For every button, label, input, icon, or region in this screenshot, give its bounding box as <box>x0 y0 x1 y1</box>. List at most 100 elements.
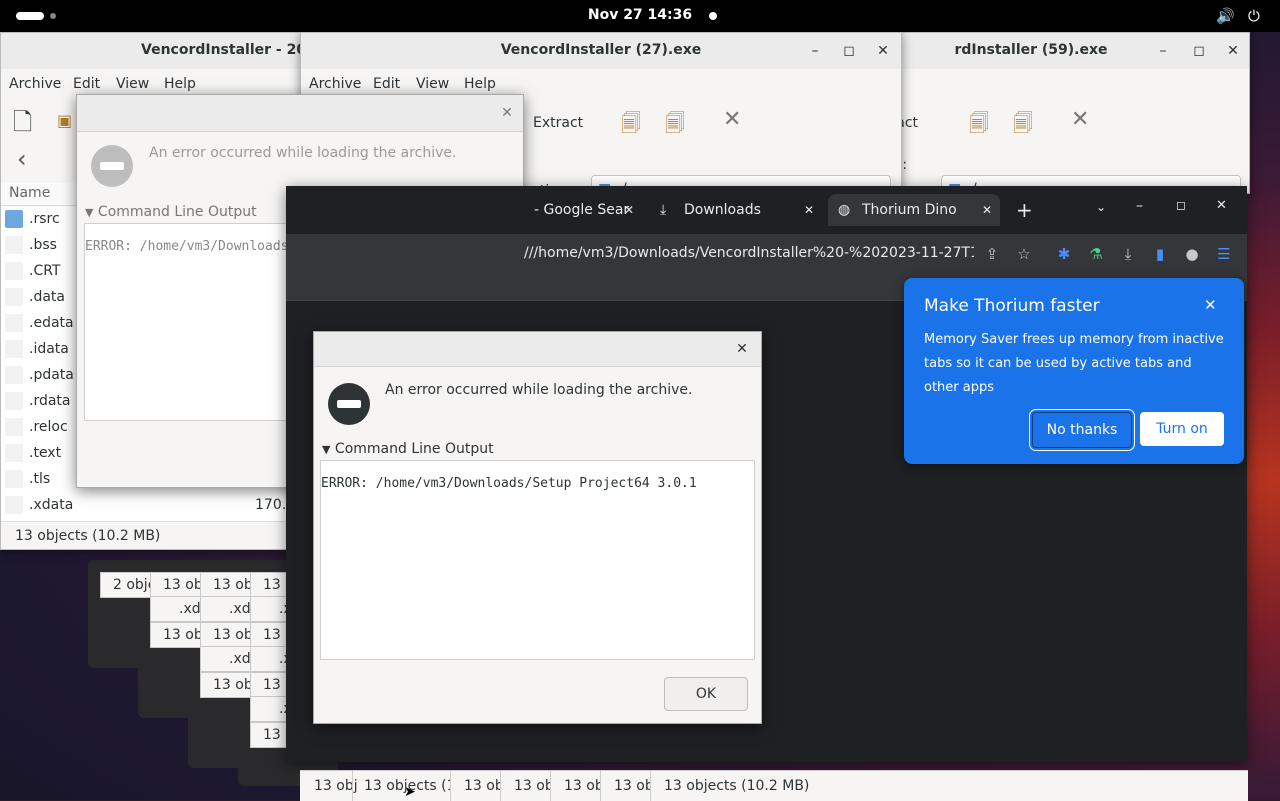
command-line-output-expander[interactable]: ▼ Command Line Output <box>85 204 257 220</box>
close-tab-icon[interactable]: ✕ <box>982 194 992 226</box>
file-icon <box>5 262 23 280</box>
memory-saver-popup: Make Thorium faster ✕ Memory Saver frees… <box>904 278 1244 464</box>
column-name[interactable]: Name <box>9 185 50 201</box>
tab-search-icon[interactable]: ⌄ <box>1096 200 1106 214</box>
menu-edit[interactable]: Edit <box>73 76 100 92</box>
add-files-icon[interactable]: 🗐 <box>969 109 989 143</box>
close-icon[interactable]: ✕ <box>1223 41 1243 61</box>
list-item-label: .rdata <box>29 393 71 409</box>
address-bar[interactable]: ///home/vm3/Downloads/VencordInstaller%2… <box>524 245 974 261</box>
titlebar[interactable]: VencordInstaller (27).exe – ◻ ✕ <box>301 33 901 70</box>
back-arrow-icon[interactable]: ‹ <box>17 145 27 173</box>
extract-button[interactable]: Extract <box>533 115 583 131</box>
error-stop-icon <box>328 383 370 425</box>
download-icon: ⤓ <box>660 202 667 218</box>
dialog-titlebar[interactable]: ✕ <box>77 95 523 132</box>
menu-icon[interactable]: ☰ <box>1214 244 1234 264</box>
titlebar[interactable]: rdInstaller (59).exe – ◻ ✕ <box>881 33 1249 70</box>
volume-icon[interactable]: 🔊 <box>1216 7 1235 25</box>
stacked-window-status[interactable]: 13 obj <box>614 778 650 794</box>
error-message: An error occurred while loading the arch… <box>149 145 457 161</box>
no-thanks-button[interactable]: No thanks <box>1032 412 1132 448</box>
list-item-label: .reloc <box>29 419 68 435</box>
bookmark-icon[interactable]: ☆ <box>1014 244 1034 264</box>
file-icon <box>5 392 23 410</box>
add-folder-icon[interactable]: 🗐 <box>665 109 685 143</box>
close-icon[interactable]: ✕ <box>732 339 752 359</box>
minimize-icon[interactable]: – <box>1136 198 1143 214</box>
folder-icon <box>5 210 23 228</box>
dialog-titlebar[interactable]: ✕ <box>314 332 761 367</box>
tab-downloads[interactable]: ⤓ Downloads ✕ <box>652 194 822 226</box>
add-folder-icon[interactable]: 🗐 <box>1013 109 1033 143</box>
menu-help[interactable]: Help <box>164 76 196 92</box>
lab-flask-icon[interactable]: ⚗ <box>1086 244 1106 264</box>
file-roller-window-59[interactable]: rdInstaller (59).exe – ◻ ✕ tract 🗐 🗐 ✕ i… <box>880 32 1250 194</box>
cancel-icon[interactable]: ✕ <box>723 107 741 132</box>
download-icon[interactable]: ⤓ <box>1118 244 1138 264</box>
triangle-down-icon: ▼ <box>85 206 94 219</box>
file-icon <box>5 288 23 306</box>
maximize-icon[interactable]: ◻ <box>1189 41 1209 61</box>
stacked-window-status[interactable]: 13 obj <box>464 778 500 794</box>
close-icon[interactable]: ✕ <box>873 41 893 61</box>
close-icon[interactable]: ✕ <box>497 103 517 123</box>
power-icon[interactable]: ⏻ <box>1248 7 1260 25</box>
divider <box>450 771 451 801</box>
list-item-label: .text <box>29 445 62 461</box>
new-archive-icon[interactable]: 🗋 <box>13 105 32 146</box>
clock[interactable]: Nov 27 14:36 <box>560 7 720 23</box>
maximize-icon[interactable]: ◻ <box>839 41 859 61</box>
menu-edit[interactable]: Edit <box>373 76 400 92</box>
file-icon <box>5 236 23 254</box>
open-folder-icon[interactable]: ▣ <box>57 111 72 130</box>
list-item-label: .data <box>29 289 65 305</box>
command-line-output-expander[interactable]: ▼ Command Line Output <box>322 441 494 457</box>
file-icon <box>5 314 23 332</box>
new-tab-icon[interactable]: + <box>1016 198 1033 222</box>
file-icon <box>5 418 23 436</box>
close-tab-icon[interactable]: ✕ <box>624 194 634 226</box>
error-dialog-front[interactable]: ✕ An error occurred while loading the ar… <box>313 331 762 724</box>
menubar <box>881 69 1249 101</box>
activities-indicator[interactable] <box>16 12 44 20</box>
list-item-label: .tls <box>29 471 51 487</box>
toolbar: ///home/vm3/Downloads/VencordInstaller%2… <box>286 234 1247 274</box>
menu-view[interactable]: View <box>416 76 449 92</box>
stacked-window-status[interactable]: 13 obj <box>514 778 550 794</box>
extension-icon[interactable]: ✱ <box>1054 244 1074 264</box>
turn-on-button[interactable]: Turn on <box>1140 412 1224 446</box>
popup-body: Memory Saver frees up memory from inacti… <box>924 332 1224 395</box>
window-title: rdInstaller (59).exe <box>954 42 1108 58</box>
stacked-window-status[interactable]: 13 obj <box>564 778 600 794</box>
menu-archive[interactable]: Archive <box>9 76 61 92</box>
close-icon[interactable]: ✕ <box>1204 296 1217 314</box>
ok-button[interactable]: OK <box>664 677 748 711</box>
close-icon[interactable]: ✕ <box>1216 198 1227 213</box>
close-tab-icon[interactable]: ✕ <box>804 194 814 226</box>
menu-archive[interactable]: Archive <box>309 76 361 92</box>
add-files-icon[interactable]: 🗐 <box>621 109 641 143</box>
divider <box>500 771 501 801</box>
file-icon <box>5 366 23 384</box>
notification-dot-icon <box>709 12 717 20</box>
profile-icon[interactable]: ● <box>1182 244 1202 264</box>
minimize-icon[interactable]: – <box>1153 41 1173 61</box>
share-icon[interactable]: ⇪ <box>982 244 1002 264</box>
titlebar[interactable]: VencordInstaller - 2023 <box>1 33 321 70</box>
minimize-icon[interactable]: – <box>805 41 825 61</box>
list-item[interactable]: .xdata 170.0 <box>1 493 321 519</box>
command-output-text[interactable]: ERROR: /home/vm3/Downloads/Setup Project… <box>320 460 755 660</box>
mouse-cursor-icon: ➤ <box>404 784 416 800</box>
stacked-window-status[interactable]: 13 objects (10.2 MB) <box>664 778 809 794</box>
divider <box>550 771 551 801</box>
menu-help[interactable]: Help <box>464 76 496 92</box>
toolbar: tract 🗐 🗐 ✕ ion: ■ / <box>881 101 1249 193</box>
menu-view[interactable]: View <box>116 76 149 92</box>
tab-google-search[interactable]: - Google Sear ✕ <box>522 194 644 226</box>
tab-thorium-dino[interactable]: ◍ Thorium Dino ✕ <box>828 194 1000 226</box>
cancel-icon[interactable]: ✕ <box>1071 107 1089 132</box>
maximize-icon[interactable]: ◻ <box>1176 198 1186 212</box>
stacked-status-strip: 13 obj 13 objects (10 13 obj 13 obj 13 o… <box>300 770 1248 801</box>
side-panel-icon[interactable]: ▮ <box>1150 244 1170 264</box>
